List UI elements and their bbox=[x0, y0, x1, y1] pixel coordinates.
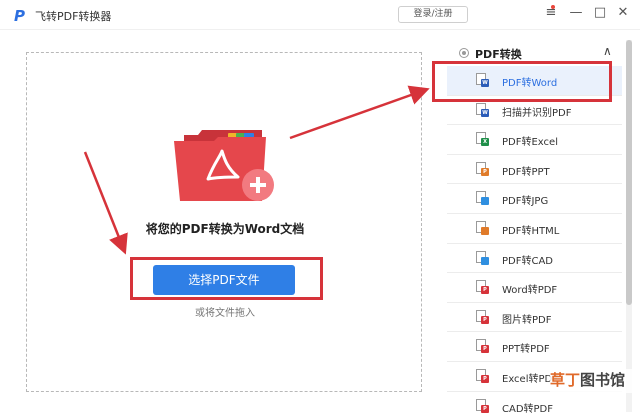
app-title: 飞转PDF转换器 bbox=[35, 10, 112, 23]
conversion-item-label: CAD转PDF bbox=[502, 403, 554, 415]
conversion-item[interactable]: P Word转PDF bbox=[447, 273, 622, 303]
drag-file-hint: 或将文件拖入 bbox=[195, 308, 255, 319]
cad-to-pdf-icon: P bbox=[476, 398, 489, 413]
scrollbar-thumb[interactable] bbox=[626, 40, 632, 305]
file-type-tag bbox=[481, 197, 489, 206]
watermark-part2: 图书馆 bbox=[580, 371, 626, 389]
panel-scrollbar[interactable] bbox=[626, 40, 632, 412]
conversion-item-label: Word转PDF bbox=[502, 285, 558, 297]
file-type-tag: P bbox=[481, 374, 489, 383]
cad-file-icon bbox=[476, 250, 489, 265]
chevron-up-icon[interactable]: ∧ bbox=[603, 44, 612, 58]
file-type-tag: X bbox=[481, 138, 489, 147]
conversion-item-label: PDF转Excel bbox=[502, 137, 558, 149]
excel-file-icon: X bbox=[476, 132, 489, 147]
conversion-item[interactable]: PDF转CAD bbox=[447, 244, 622, 274]
conversion-item[interactable]: P PPT转PDF bbox=[447, 332, 622, 362]
conversion-item-label: PDF转PPT bbox=[502, 166, 550, 178]
drop-zone-heading: 将您的PDF转换为Word文档 bbox=[145, 222, 305, 236]
html-file-icon bbox=[476, 220, 489, 235]
radio-icon bbox=[459, 48, 469, 58]
image-to-pdf-icon: P bbox=[476, 309, 489, 324]
word-to-pdf-icon: P bbox=[476, 280, 489, 295]
conversion-item-label: 图片转PDF bbox=[502, 314, 552, 326]
file-type-tag: P bbox=[481, 404, 489, 413]
annotation-box-pdf-to-word bbox=[432, 61, 612, 102]
conversion-item-label: 扫描并识别PDF bbox=[502, 107, 572, 119]
conversion-list: W PDF转Word W 扫描并识别PDF X PDF转Excel P PDF转PPT PDF转… bbox=[447, 66, 622, 417]
file-type-tag: P bbox=[481, 345, 489, 354]
watermark-part1: 草丁 bbox=[550, 371, 581, 389]
scan-file-icon: W bbox=[476, 102, 489, 117]
app-logo-icon: P bbox=[14, 7, 25, 25]
image-file-icon bbox=[476, 191, 489, 206]
notification-dot bbox=[551, 5, 555, 9]
minimize-icon[interactable]: — bbox=[568, 4, 584, 22]
file-type-tag: W bbox=[481, 108, 489, 117]
watermark: 草丁图书馆 bbox=[550, 369, 636, 393]
login-register-button[interactable]: 登录/注册 bbox=[398, 6, 468, 23]
conversion-item[interactable]: PDF转JPG bbox=[447, 184, 622, 214]
conversion-item[interactable]: X PDF转Excel bbox=[447, 125, 622, 155]
file-type-tag: P bbox=[481, 286, 489, 295]
file-type-tag bbox=[481, 256, 489, 265]
pdf-folder-icon bbox=[174, 130, 274, 201]
excel-to-pdf-icon: P bbox=[476, 368, 489, 383]
conversion-item-label: PDF转HTML bbox=[502, 225, 560, 237]
annotation-box-choose-button bbox=[130, 257, 323, 300]
conversion-item[interactable]: P PDF转PPT bbox=[447, 155, 622, 185]
maximize-icon[interactable]: □ bbox=[592, 4, 608, 22]
ppt-file-icon: P bbox=[476, 161, 489, 176]
conversion-item[interactable]: PDF转HTML bbox=[447, 214, 622, 244]
title-bar: P 飞转PDF转换器 登录/注册 ≡ — □ ✕ bbox=[0, 0, 640, 30]
conversion-item-label: PDF转JPG bbox=[502, 196, 549, 208]
conversion-item[interactable]: P CAD转PDF bbox=[447, 392, 622, 417]
close-icon[interactable]: ✕ bbox=[615, 4, 631, 22]
conversion-item[interactable]: P 图片转PDF bbox=[447, 303, 622, 333]
conversion-item-label: PPT转PDF bbox=[502, 344, 550, 356]
panel-title: PDF转换 bbox=[475, 48, 522, 61]
file-type-tag: P bbox=[481, 315, 489, 324]
conversion-item-label: PDF转CAD bbox=[502, 255, 554, 267]
file-type-tag bbox=[481, 226, 489, 235]
file-type-tag: P bbox=[481, 167, 489, 176]
ppt-to-pdf-icon: P bbox=[476, 339, 489, 354]
